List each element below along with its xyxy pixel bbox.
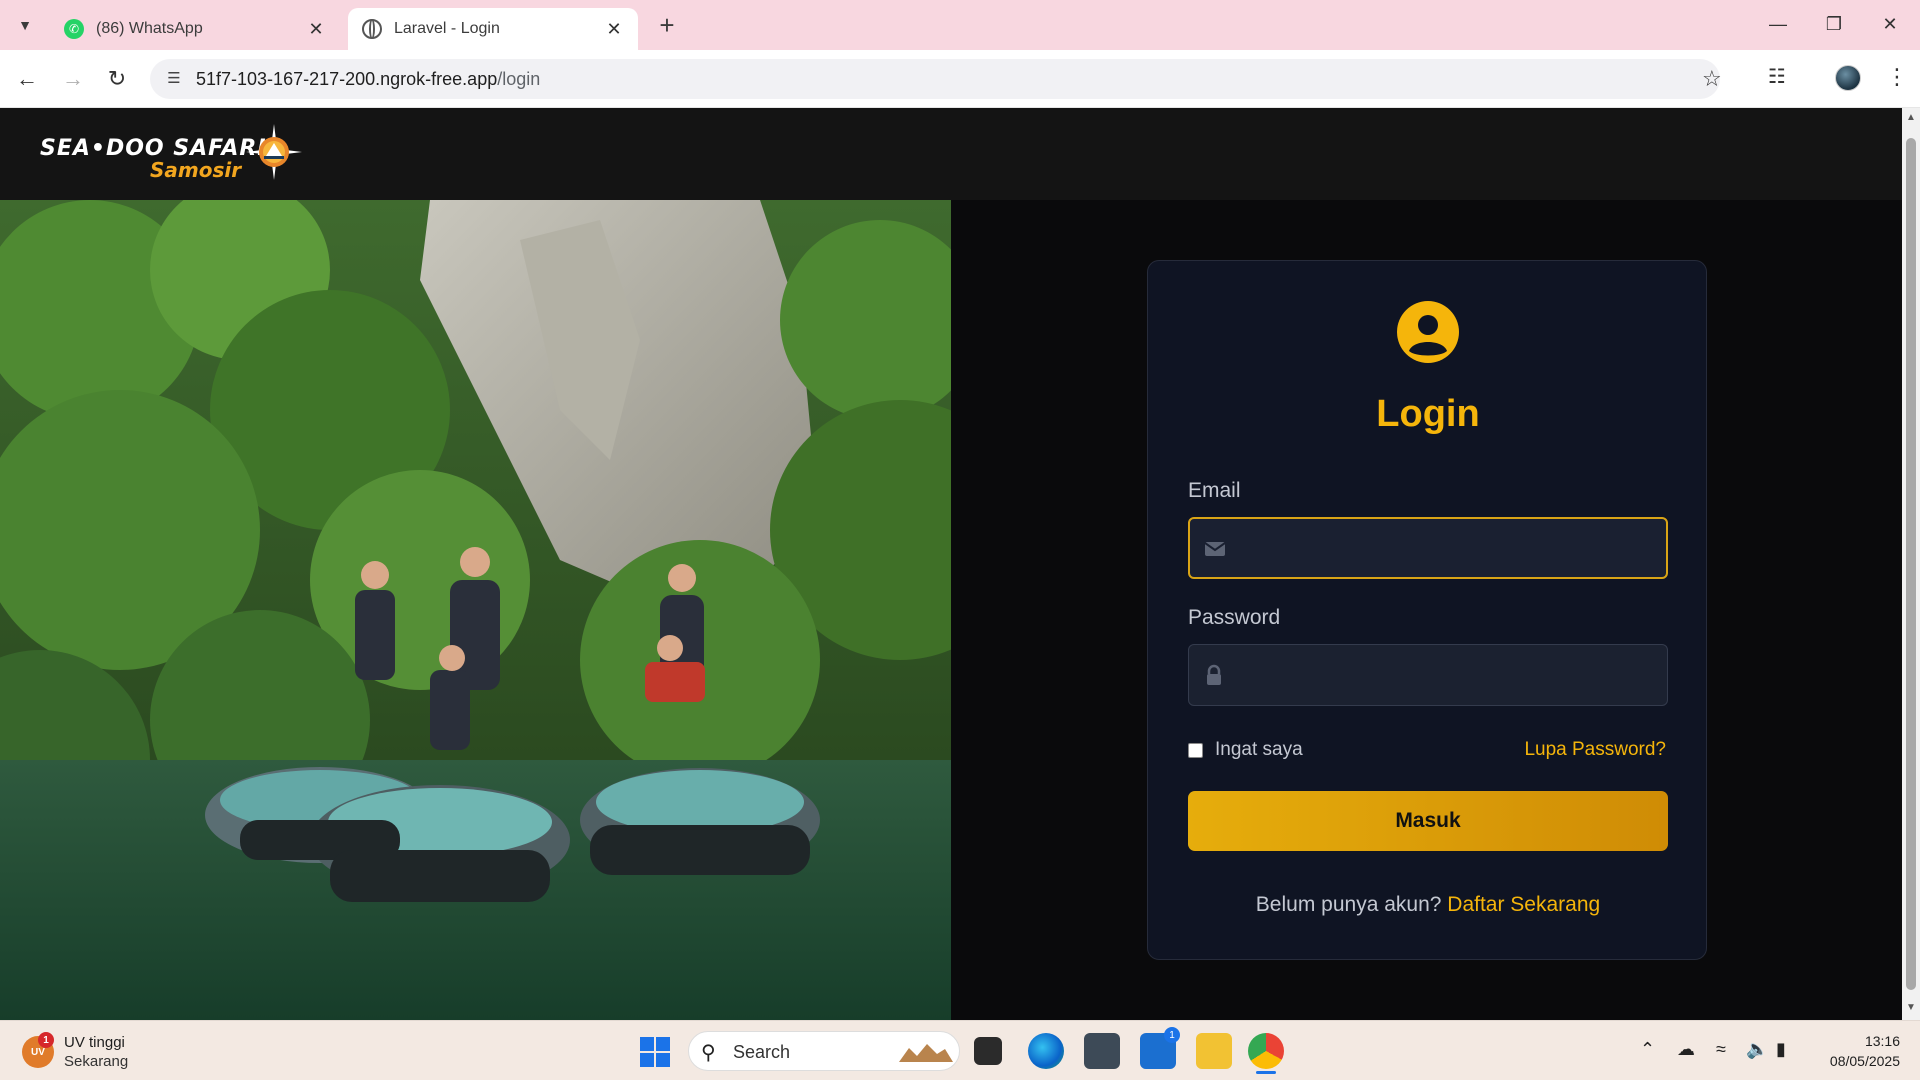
remember-me[interactable]: Ingat saya (1188, 739, 1303, 761)
taskbar-search-box[interactable]: ⚲ Search (688, 1031, 960, 1071)
url-host: 51f7-103-167-217-200.ngrok-free.app (196, 69, 498, 89)
scroll-thumb[interactable] (1906, 138, 1916, 990)
password-field[interactable] (1188, 644, 1668, 706)
hero-jetski-photo (0, 200, 951, 1020)
task-view-icon[interactable] (974, 1037, 1002, 1065)
seadoo-safari-logo[interactable]: SEA•DOO SAFARI Samosir (40, 122, 310, 186)
tab-whatsapp[interactable]: ✆ (86) WhatsApp ✕ (50, 8, 340, 50)
password-label: Password (1188, 606, 1281, 629)
weather-subtitle: Sekarang (64, 1053, 129, 1070)
reload-icon[interactable]: ↻ (102, 64, 132, 94)
new-tab-plus-icon[interactable]: + (652, 10, 682, 40)
tab-search-chevron-icon[interactable]: ▼ (12, 12, 38, 38)
windows-start-icon[interactable] (640, 1037, 670, 1067)
uv-badge-text: UV (31, 1046, 45, 1058)
url-path: /login (497, 69, 541, 89)
tab-title: (86) WhatsApp (96, 20, 203, 37)
globe-icon (362, 19, 382, 39)
show-hidden-icons-chevron-icon[interactable]: ⌃ (1640, 1039, 1655, 1060)
restore-icon[interactable]: ❐ (1814, 8, 1854, 40)
email-field[interactable] (1188, 517, 1668, 579)
scroll-down-icon[interactable]: ▼ (1905, 1002, 1917, 1014)
profile-avatar[interactable] (1835, 65, 1861, 91)
email-label: Email (1188, 479, 1241, 502)
close-tab-icon[interactable]: ✕ (604, 19, 624, 40)
browser-tab-bar: ▼ ✆ (86) WhatsApp ✕ Laravel - Login ✕ + … (0, 0, 1920, 50)
compass-icon (246, 124, 302, 180)
clock-time: 13:16 (1864, 1033, 1900, 1049)
onedrive-cloud-icon[interactable]: ☁ (1677, 1039, 1695, 1060)
envelope-icon (1204, 542, 1226, 556)
jetski-group-image (0, 200, 951, 1020)
site-header: SEA•DOO SAFARI Samosir (0, 108, 1902, 200)
uv-weather-icon: UV 1 (22, 1032, 54, 1068)
extensions-puzzle-icon[interactable]: ☷ (1768, 64, 1794, 90)
register-link[interactable]: Daftar Sekarang (1447, 893, 1600, 916)
chrome-browser-icon[interactable] (1248, 1033, 1284, 1069)
login-title: Login (1376, 393, 1480, 435)
forward-arrow-icon[interactable]: → (58, 64, 88, 94)
weather-notification-badge: 1 (38, 1032, 54, 1048)
email-input[interactable] (1238, 519, 1658, 577)
search-icon: ⚲ (701, 1042, 716, 1064)
volume-icon[interactable]: 🔈 (1746, 1039, 1768, 1060)
wifi-icon[interactable]: ≈ (1716, 1039, 1726, 1060)
tab-title: Laravel - Login (394, 20, 500, 37)
login-page: SEA•DOO SAFARI Samosir Login Email Passw… (0, 108, 1902, 1020)
remember-label: Ingat saya (1215, 739, 1303, 760)
store-app-icon[interactable]: 1 (1140, 1027, 1180, 1069)
store-badge: 1 (1164, 1027, 1180, 1043)
taskbar-search-label: Search (733, 1042, 791, 1062)
bookmark-star-icon[interactable]: ☆ (1702, 66, 1722, 92)
camera-app-icon[interactable] (1084, 1033, 1120, 1069)
page-scrollbar[interactable]: ▲ ▼ (1902, 108, 1920, 1020)
back-arrow-icon[interactable]: ← (12, 64, 42, 94)
site-info-icon[interactable]: ☰ (164, 69, 184, 89)
login-submit-button[interactable]: Masuk (1188, 791, 1668, 851)
remember-checkbox[interactable] (1188, 742, 1203, 758)
browser-toolbar: ← → ↻ ☰ 51f7-103-167-217-200.ngrok-free.… (0, 50, 1920, 108)
active-app-indicator (1256, 1071, 1276, 1074)
windows-taskbar: UV 1 UV tinggi Sekarang ⚲ Search 1 ⌃ ☁ ≈… (0, 1020, 1920, 1080)
tab-laravel-login[interactable]: Laravel - Login ✕ (348, 8, 638, 50)
window-close-icon[interactable]: ✕ (1870, 8, 1910, 40)
clock-date: 08/05/2025 (1829, 1053, 1900, 1069)
url-text[interactable]: 51f7-103-167-217-200.ngrok-free.app/logi… (196, 69, 540, 90)
whatsapp-icon: ✆ (64, 19, 84, 39)
register-prompt: Belum punya akun? Daftar Sekarang (1148, 893, 1708, 917)
register-prompt-text: Belum punya akun? (1255, 893, 1442, 916)
address-bar[interactable]: ☰ 51f7-103-167-217-200.ngrok-free.app/lo… (150, 59, 1720, 99)
logo-sub-text: Samosir (150, 158, 242, 182)
weather-widget[interactable]: UV 1 UV tinggi Sekarang (22, 1032, 129, 1071)
system-clock[interactable]: 13:16 08/05/2025 (1818, 1031, 1900, 1071)
lock-icon (1207, 664, 1221, 685)
scroll-up-icon[interactable]: ▲ (1905, 112, 1917, 124)
password-input[interactable] (1237, 645, 1657, 705)
weather-title: UV tinggi (64, 1034, 125, 1051)
minimize-icon[interactable]: — (1758, 8, 1798, 40)
file-explorer-icon[interactable] (1196, 1033, 1232, 1069)
close-tab-icon[interactable]: ✕ (306, 19, 326, 40)
login-card: Login Email Password Ingat saya Lupa Pas… (1147, 260, 1707, 960)
forgot-password-link[interactable]: Lupa Password? (1524, 739, 1666, 761)
search-highlight-icon (899, 1044, 953, 1062)
user-circle-icon (1397, 301, 1459, 363)
browser-menu-icon[interactable]: ⋮ (1886, 64, 1908, 90)
edge-browser-icon[interactable] (1028, 1033, 1064, 1069)
battery-icon[interactable]: ▮ (1776, 1039, 1786, 1060)
